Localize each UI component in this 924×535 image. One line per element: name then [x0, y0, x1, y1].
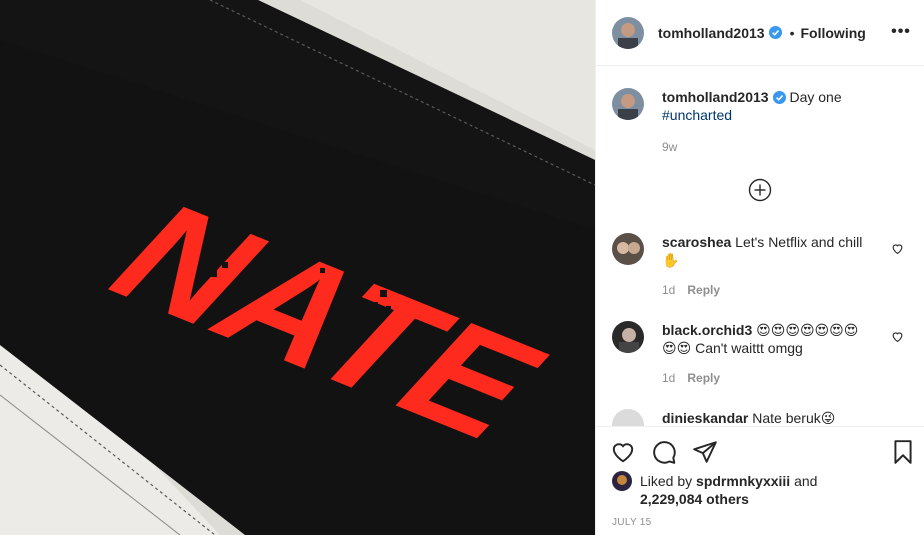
comment-username[interactable]: dinieskandar [662, 410, 748, 426]
caption-hashtag[interactable]: #uncharted [662, 107, 732, 123]
comment-username[interactable]: black.orchid3 [662, 322, 752, 338]
comment-age: 1d [662, 283, 676, 297]
commenter-avatar[interactable] [612, 321, 644, 353]
post-sidebar: tomholland2013 • Following ••• tomhollan… [595, 0, 924, 535]
liker-avatar[interactable] [612, 471, 632, 491]
author-username[interactable]: tomholland2013 [658, 25, 765, 41]
comment-item: scaroshea Let's Netflix and chill ✋ 1d Re… [612, 233, 922, 299]
load-more-comments-icon[interactable] [748, 178, 772, 202]
comment-bubble-icon[interactable] [651, 439, 677, 465]
more-options-icon[interactable]: ••• [889, 20, 913, 44]
separator-dot: • [789, 24, 795, 41]
author-avatar[interactable] [612, 16, 644, 49]
commenter-avatar-image [612, 321, 644, 353]
liker-avatar-image [612, 471, 632, 491]
commenter-avatar-image [612, 233, 644, 265]
liked-by-prefix: Liked by [640, 473, 693, 489]
photo-canvas: NATE [0, 0, 595, 535]
comment-username[interactable]: scaroshea [662, 234, 731, 250]
reply-button[interactable]: Reply [687, 371, 720, 385]
comment-text: Nate beruk😜 [752, 410, 836, 426]
save-bookmark-icon[interactable] [890, 439, 916, 465]
post-actions: Liked by spdrmnkyxxiii and 2,229,084 oth… [596, 426, 924, 535]
reply-button[interactable]: Reply [687, 283, 720, 297]
comment-like-icon[interactable] [891, 242, 904, 255]
comment-item: black.orchid3 😍😍😍😍😍😍😍😍😍 Can't waittt omg… [612, 321, 922, 387]
caption-text-block: tomholland2013 Day one #uncharted 9w [662, 88, 842, 156]
caption-username[interactable]: tomholland2013 [662, 89, 769, 105]
share-paper-plane-icon[interactable] [692, 439, 718, 465]
commenter-avatar[interactable] [612, 233, 644, 265]
likes-summary: Liked by spdrmnkyxxiii and 2,229,084 oth… [612, 471, 818, 508]
caption-avatar-image [612, 88, 644, 120]
caption-text: Day one [789, 89, 842, 105]
author-avatar-image [612, 16, 644, 49]
verified-badge-icon [768, 26, 782, 39]
post-header: tomholland2013 • Following ••• [596, 0, 924, 66]
comment-like-icon[interactable] [891, 330, 904, 343]
caption-avatar[interactable] [612, 88, 644, 120]
following-button[interactable]: Following [801, 25, 866, 41]
comment-age: 1d [662, 371, 676, 385]
like-heart-icon[interactable] [610, 439, 636, 465]
post-caption: tomholland2013 Day one #uncharted 9w [612, 88, 912, 156]
likes-count[interactable]: 2,229,084 others [640, 491, 749, 507]
liked-and: and [794, 473, 818, 489]
liker-username[interactable]: spdrmnkyxxiii [696, 473, 790, 489]
caption-age: 9w [662, 140, 678, 154]
caption-verified-icon [772, 91, 786, 104]
post-date: JULY 15 [612, 517, 652, 528]
post-photo[interactable]: NATE [0, 0, 595, 535]
